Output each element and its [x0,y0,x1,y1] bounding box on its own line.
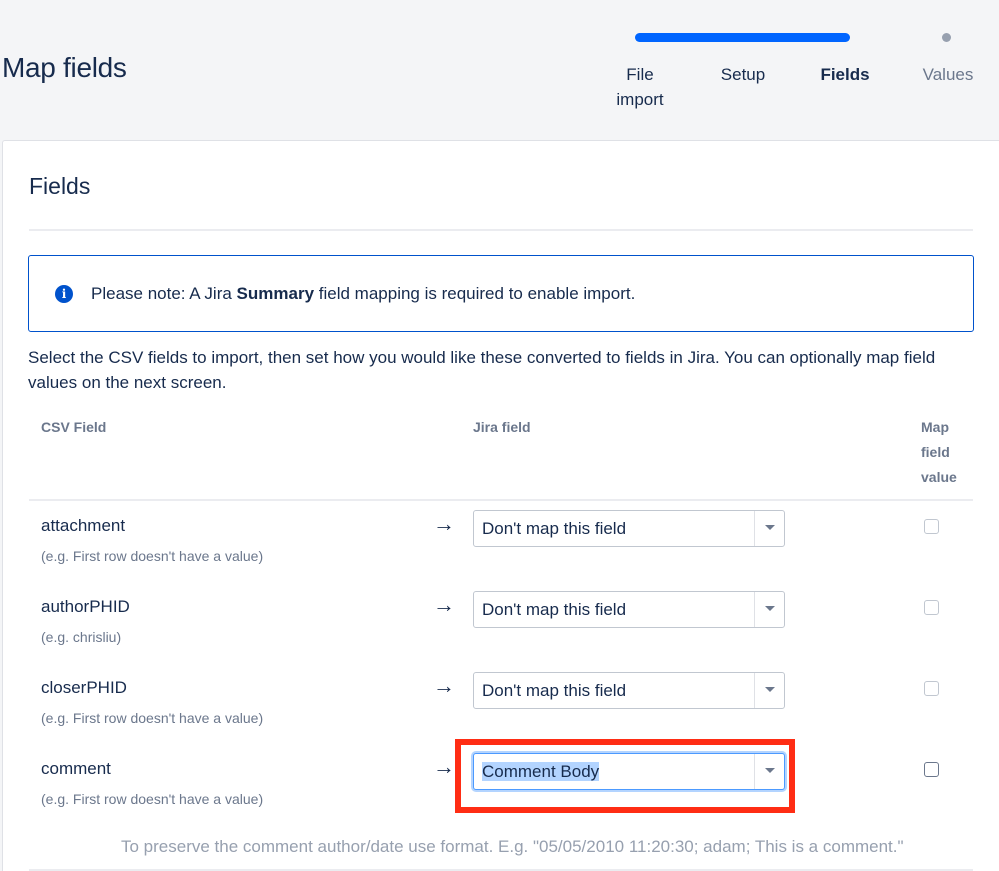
divider [29,229,973,231]
jira-field-select[interactable]: Don't map this field [473,591,785,628]
arrow-right-icon: → [433,754,455,779]
csv-field-name: closerPHID [41,678,127,697]
progress-dot [942,33,951,42]
page-title: Map fields [2,52,127,83]
select-value: Don't map this field [482,519,627,538]
progress-tracker: File import Setup Fields Values [590,28,999,118]
column-header-map-field-value: Map field value [921,419,957,485]
notice-text: Please note: A Jira Summary field mappin… [91,284,636,303]
chevron-down-icon [765,606,775,611]
table-row: closerPHID (e.g. First row doesn't have … [3,665,999,746]
arrow-right-icon: → [433,511,455,536]
csv-field-example: (e.g. chrisliu) [41,629,122,645]
column-header-csv-field: CSV Field [41,419,107,435]
select-value: Comment Body [482,762,600,781]
csv-field-name: authorPHID [41,597,130,616]
csv-field-name: attachment [41,516,126,535]
map-value-checkbox[interactable] [924,519,939,534]
jira-field-select[interactable]: Comment Body [473,753,785,790]
table-row: authorPHID (e.g. chrisliu) → Don't map t… [3,584,999,665]
map-value-checkbox[interactable] [924,762,939,777]
arrow-right-icon: → [433,673,455,698]
table-row: attachment (e.g. First row doesn't have … [3,503,999,584]
arrow-right-icon: → [433,592,455,617]
chevron-down-icon [765,687,775,692]
divider [29,499,973,501]
map-value-checkbox[interactable] [924,681,939,696]
map-value-checkbox[interactable] [924,600,939,615]
select-value: Don't map this field [482,681,627,700]
step-file-import: File import [616,65,664,109]
select-value: Don't map this field [482,600,627,619]
comment-format-hint: To preserve the comment author/date use … [121,837,904,856]
fields-panel: Fields i Please note: A Jira Summary fie… [2,140,999,871]
step-fields: Fields [820,65,870,84]
section-title: Fields [29,173,91,199]
step-values: Values [922,65,974,84]
description: Select the CSV fields to import, then se… [28,348,936,392]
step-setup: Setup [720,65,766,84]
dropdown-toggle[interactable] [754,511,784,546]
csv-field-example: (e.g. First row doesn't have a value) [41,710,264,726]
jira-field-select[interactable]: Don't map this field [473,510,785,547]
csv-field-example: (e.g. First row doesn't have a value) [41,548,264,564]
csv-field-name: comment [41,759,111,778]
jira-field-select[interactable]: Don't map this field [473,672,785,709]
column-header-jira-field: Jira field [473,419,531,435]
progress-bar [635,33,850,42]
dropdown-toggle[interactable] [754,592,784,627]
chevron-down-icon [765,525,775,530]
chevron-down-icon [765,768,775,773]
csv-field-example: (e.g. First row doesn't have a value) [41,791,264,807]
dropdown-toggle[interactable] [754,673,784,708]
info-icon: i [55,285,73,303]
dropdown-toggle[interactable] [754,754,784,789]
table-row: comment (e.g. First row doesn't have a v… [3,739,999,827]
info-notice: i Please note: A Jira Summary field mapp… [28,255,974,332]
